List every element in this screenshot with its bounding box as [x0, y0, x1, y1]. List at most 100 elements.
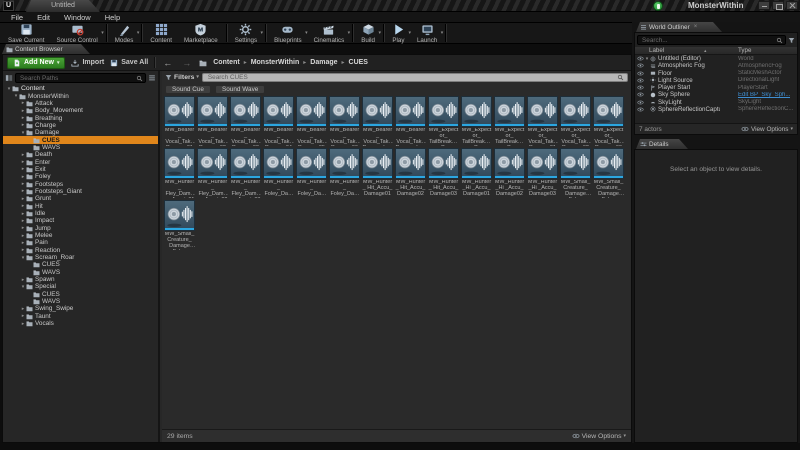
chevron-down-icon[interactable]: ▾ [441, 30, 444, 36]
build-button[interactable]: Build▾ [355, 23, 381, 43]
outliner-row-atmospheric-fog[interactable]: Atmospheric FogAtmosphericFog [635, 62, 797, 69]
asset-tile[interactable]: MW_Hunter_Hi _Accu_ Damage01 [461, 148, 492, 198]
asset-tile[interactable]: MW_Expector_ Vocal_Take Damage01 [527, 96, 558, 146]
asset-tile[interactable]: MW_Hunter_ Fley_Damage Assets03 Cue [230, 148, 261, 198]
tree-item-wavs[interactable]: WAVS [3, 298, 158, 305]
tree-item-reaction[interactable]: ▸Reaction [3, 247, 158, 254]
asset-tile[interactable]: MW_Expector_ Vocal_Take Damage02 [560, 96, 591, 146]
tree-item-foley[interactable]: ▸Foley [3, 173, 158, 180]
close-button[interactable] [786, 1, 798, 10]
outliner-search-input[interactable] [640, 36, 776, 45]
tree-item-footsteps_giant[interactable]: ▸Footsteps_Giant [3, 188, 158, 195]
path-search-input[interactable] [18, 74, 136, 83]
tree-item-cues[interactable]: CUES [3, 291, 158, 298]
import-button[interactable]: Import [71, 59, 104, 67]
tree-item-melee[interactable]: ▸Melee [3, 232, 158, 239]
asset-tile[interactable]: MW_Hunter_ Foley_Damage Assets01 Cue [263, 148, 294, 198]
breadcrumb-damage[interactable]: Damage [310, 59, 337, 66]
unreal-logo-icon[interactable]: U [3, 1, 14, 11]
chevron-down-icon[interactable]: ▾ [348, 30, 351, 36]
minimize-button[interactable] [758, 1, 770, 10]
outliner-column-header[interactable]: Label ▴ Type [635, 47, 797, 55]
breadcrumb-monsterwithin[interactable]: MonsterWithin [251, 59, 300, 66]
save-all-button[interactable]: Save All [110, 59, 148, 67]
asset-tile[interactable]: MW_Hunter_ Fley_Damage Assets02 Cue [197, 148, 228, 198]
breadcrumb-content[interactable]: Content [213, 59, 239, 66]
tree-item-cues[interactable]: CUES [3, 261, 158, 268]
tree-item-hit[interactable]: ▸Hit [3, 203, 158, 210]
asset-tile[interactable]: MW_Bearer_ Vocal_Take DamageLong01 [362, 96, 393, 146]
asset-tile[interactable]: MW_Hunter_Hi _Accu_ Damage02 [494, 148, 525, 198]
tree-item-taunt[interactable]: ▸Taunt [3, 313, 158, 320]
asset-tile[interactable]: MW_Bearer_ Vocal_Take Damage04 [263, 96, 294, 146]
forward-button[interactable]: → [180, 57, 193, 69]
view-options-button[interactable]: View Options ▾ [572, 432, 626, 440]
asset-tile[interactable]: MW_Small_ Creature_ Damage Foley [593, 148, 624, 198]
tree-item-idle[interactable]: ▸Idle [3, 210, 158, 217]
tree-item-monsterwithin[interactable]: ▾MonsterWithin [3, 92, 158, 99]
tree-item-body_movement[interactable]: ▸Body_Movement [3, 107, 158, 114]
menu-help[interactable]: Help [98, 12, 127, 23]
outliner-row-light-source[interactable]: Light SourceDirectionalLight [635, 77, 797, 84]
tree-item-cues[interactable]: CUES [3, 136, 158, 143]
tree-item-content[interactable]: ▾Content [3, 85, 158, 92]
tree-item-swing_swipe[interactable]: ▸Swing_Swipe [3, 305, 158, 312]
asset-tile[interactable]: MW_Small_ Creature_ Damage Foley [164, 200, 195, 250]
launch-button[interactable]: Launch▾ [411, 23, 443, 43]
asset-search-input[interactable] [206, 73, 617, 82]
menu-edit[interactable]: Edit [30, 12, 57, 23]
tab-content-browser[interactable]: Content Browser [2, 44, 90, 54]
tree-item-scream_roar[interactable]: ▾Scream_Roar [3, 254, 158, 261]
column-type[interactable]: Type [738, 47, 751, 54]
tree-item-pain[interactable]: ▸Pain [3, 239, 158, 246]
document-tab[interactable]: Untitled [26, 0, 100, 12]
cinematics-button[interactable]: Cinematics▾ [308, 23, 351, 43]
chevron-down-icon[interactable]: ▾ [378, 30, 381, 36]
outliner-row-player-start[interactable]: Player StartPlayerStart [635, 84, 797, 91]
tree-item-exit[interactable]: ▸Exit [3, 166, 158, 173]
tab-details[interactable]: Details [636, 139, 688, 149]
outliner-row-sky-sphere[interactable]: Sky SphereEdit BP_Sky_Sph... [635, 91, 797, 98]
filter-pill-sound-cue[interactable]: Sound Cue [165, 85, 211, 94]
add-new-button[interactable]: Add New ▾ [7, 57, 65, 69]
asset-tile[interactable]: MW_Hunter_ Hit_Accu_ Damage03 [428, 148, 459, 198]
play-button[interactable]: Play▾ [386, 23, 411, 43]
tab-world-outliner[interactable]: World Outliner × [636, 22, 722, 32]
asset-tile[interactable]: MW_Hunter_Hi _Accu_ Damage03 [527, 148, 558, 198]
column-label[interactable]: Label [649, 47, 664, 54]
asset-tile[interactable]: MW_Expector_ Vocal_Take Damage03 [593, 96, 624, 146]
modes-button[interactable]: Modes▾ [109, 23, 140, 43]
marketplace-button[interactable]: Marketplace [178, 23, 224, 43]
outliner-row-floor[interactable]: FloorStaticMeshActor [635, 70, 797, 77]
filters-button[interactable]: Filters ▾ [165, 74, 199, 81]
source-control-button[interactable]: Source Control▾ [50, 23, 103, 43]
asset-tile[interactable]: MW_Bearer_ Vocal_Take Damage01 [164, 96, 195, 146]
tree-item-footsteps[interactable]: ▸Footsteps [3, 180, 158, 187]
tree-item-spawn[interactable]: ▸Spawn [3, 276, 158, 283]
settings-button[interactable]: Settings▾ [229, 23, 263, 43]
chevron-down-icon[interactable]: ▾ [101, 30, 104, 36]
back-button[interactable]: ← [161, 57, 174, 69]
outliner-row-skylight[interactable]: SkyLightSkyLight [635, 99, 797, 106]
tree-item-impact[interactable]: ▸Impact [3, 217, 158, 224]
asset-tile[interactable]: MW_Bearer_ Vocal_Take Damage05 [296, 96, 327, 146]
asset-tile[interactable]: MW_Expector_ TailBreak02_ Cue [461, 96, 492, 146]
asset-tile[interactable]: MW_Bearer_ Vocal_Take Damage06 [329, 96, 360, 146]
blueprints-button[interactable]: Blueprints▾ [268, 23, 308, 43]
chevron-down-icon[interactable]: ▾ [261, 30, 264, 36]
asset-tile[interactable]: MW_Hunter_ Fley_Damage Assets01 Cue [164, 148, 195, 198]
menu-window[interactable]: Window [57, 12, 98, 23]
save-current-button[interactable]: Save Current [2, 23, 50, 43]
asset-tile[interactable]: MW_Bearer_ Vocal_Take Damage03 [230, 96, 261, 146]
breadcrumb-cues[interactable]: CUES [349, 59, 368, 66]
tree-item-wavs[interactable]: WAVS [3, 269, 158, 276]
close-icon[interactable]: × [694, 24, 698, 30]
tree-item-damage[interactable]: ▾Damage [3, 129, 158, 136]
tree-item-charge[interactable]: ▸Charge [3, 122, 158, 129]
tree-item-death[interactable]: ▸Death [3, 151, 158, 158]
asset-tile[interactable]: MW_Bearer_ Vocal_Take Damage02 [197, 96, 228, 146]
tree-item-wavs[interactable]: WAVS [3, 144, 158, 151]
tree-item-grunt[interactable]: ▸Grunt [3, 195, 158, 202]
tree-item-attack[interactable]: ▸Attack [3, 100, 158, 107]
outliner-view-options-button[interactable]: View Options ▾ [741, 125, 793, 133]
